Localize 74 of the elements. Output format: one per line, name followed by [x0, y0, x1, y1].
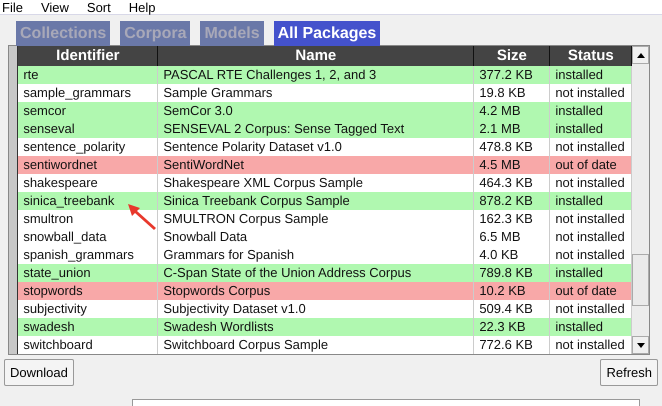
- table-cell: stopwords: [18, 282, 158, 300]
- table-cell: not installed: [550, 84, 632, 102]
- table-cell: 4.5 MB: [474, 156, 550, 174]
- table-cell: 464.3 KB: [474, 174, 550, 192]
- table-cell: 4.0 KB: [474, 246, 550, 264]
- table-cell: not installed: [550, 300, 632, 318]
- table-cell: snowball_data: [18, 228, 158, 246]
- table-cell: installed: [550, 120, 632, 138]
- table-cell: 22.3 KB: [474, 318, 550, 336]
- scrollbar[interactable]: [632, 46, 649, 354]
- table-cell: senseval: [18, 120, 158, 138]
- table-cell: 19.8 KB: [474, 84, 550, 102]
- menu-item[interactable]: View: [40, 0, 69, 14]
- table-cell: PASCAL RTE Challenges 1, 2, and 3: [158, 66, 474, 84]
- action-button[interactable]: Download: [4, 359, 74, 386]
- table-cell: SentiWordNet: [158, 156, 474, 174]
- table-cell: Sample Grammars: [158, 84, 474, 102]
- table-cell: not installed: [550, 246, 632, 264]
- table-cell: SENSEVAL 2 Corpus: Sense Tagged Text: [158, 120, 474, 138]
- table-cell: 162.3 KB: [474, 210, 550, 228]
- table-cell: Sinica Treebank Corpus Sample: [158, 192, 474, 210]
- scroll-thumb[interactable]: [632, 254, 649, 306]
- table-cell: smultron: [18, 210, 158, 228]
- table-cell: Swadesh Wordlists: [158, 318, 474, 336]
- table-cell: out of date: [550, 282, 632, 300]
- table-cell: rte: [18, 66, 158, 84]
- table-cell: Stopwords Corpus: [158, 282, 474, 300]
- menu-item[interactable]: Sort: [86, 0, 111, 14]
- table-cell: 10.2 KB: [474, 282, 550, 300]
- table-cell: not installed: [550, 228, 632, 246]
- menu-item[interactable]: File: [2, 0, 23, 14]
- table-cell: installed: [550, 192, 632, 210]
- table-cell: installed: [550, 264, 632, 282]
- table-cell: 4.2 MB: [474, 102, 550, 120]
- scroll-up-icon[interactable]: [632, 46, 649, 64]
- table-cell: 478.8 KB: [474, 138, 550, 156]
- table-cell: sample_grammars: [18, 84, 158, 102]
- table-cell: 509.4 KB: [474, 300, 550, 318]
- table-cell: SMULTRON Corpus Sample: [158, 210, 474, 228]
- table-cell: 772.6 KB: [474, 336, 550, 354]
- table-cell: 377.2 KB: [474, 66, 550, 84]
- table-cell: C-Span State of the Union Address Corpus: [158, 264, 474, 282]
- table-cell: swadesh: [18, 318, 158, 336]
- tab[interactable]: All Packages: [274, 21, 380, 46]
- table-cell: Sentence Polarity Dataset v1.0: [158, 138, 474, 156]
- table-cell: installed: [550, 66, 632, 84]
- table-cell: 6.5 MB: [474, 228, 550, 246]
- table-cell: out of date: [550, 156, 632, 174]
- table-cell: 789.8 KB: [474, 264, 550, 282]
- menu-item[interactable]: Help: [128, 0, 156, 14]
- table-cell: switchboard: [18, 336, 158, 354]
- table-cell: not installed: [550, 174, 632, 192]
- table-cell: sentiwordnet: [18, 156, 158, 174]
- table-cell: not installed: [550, 210, 632, 228]
- table-cell: 2.1 MB: [474, 120, 550, 138]
- table-cell: state_union: [18, 264, 158, 282]
- table-cell: semcor: [18, 102, 158, 120]
- table-cell: spanish_grammars: [18, 246, 158, 264]
- table-cell: SemCor 3.0: [158, 102, 474, 120]
- table-cell: not installed: [550, 138, 632, 156]
- action-button[interactable]: Refresh: [600, 359, 658, 386]
- table-cell: subjectivity: [18, 300, 158, 318]
- table-cell: installed: [550, 318, 632, 336]
- table-cell: Grammars for Spanish: [158, 246, 474, 264]
- table-cell: Subjectivity Dataset v1.0: [158, 300, 474, 318]
- table-cell: sentence_polarity: [18, 138, 158, 156]
- table-cell: 878.2 KB: [474, 192, 550, 210]
- table-cell: shakespeare: [18, 174, 158, 192]
- table-cell: installed: [550, 102, 632, 120]
- table-cell: not installed: [550, 336, 632, 354]
- scroll-down-icon[interactable]: [632, 336, 649, 354]
- table-cell: Switchboard Corpus Sample: [158, 336, 474, 354]
- table-cell: Snowball Data: [158, 228, 474, 246]
- table-cell: Shakespeare XML Corpus Sample: [158, 174, 474, 192]
